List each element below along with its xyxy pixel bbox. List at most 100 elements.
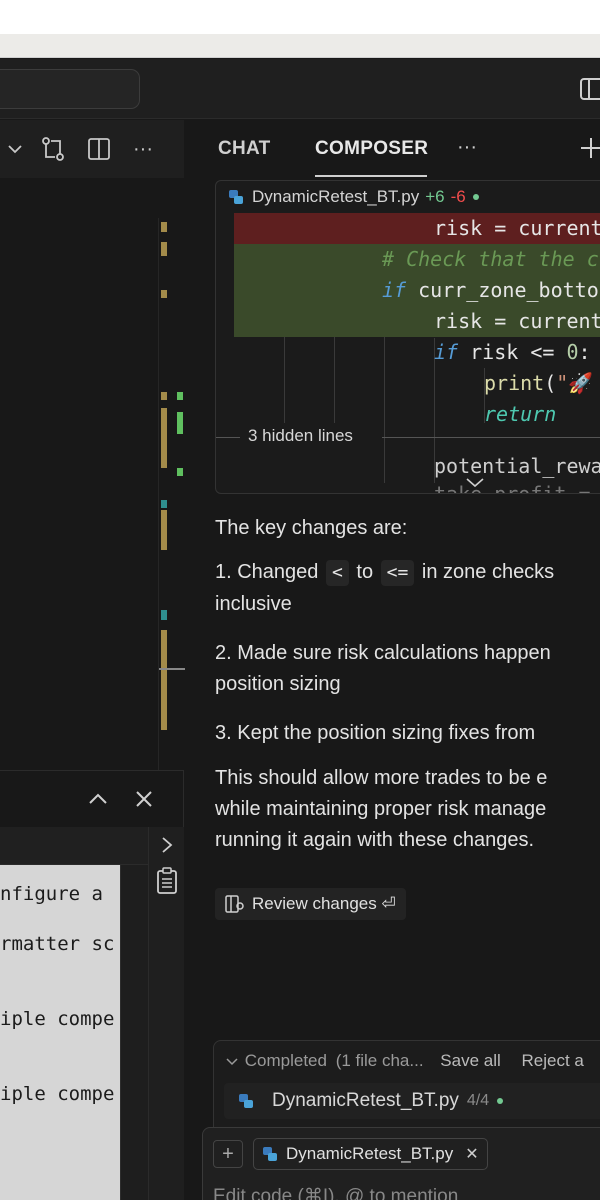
changed-file-row[interactable]: DynamicRetest_BT.py 4/4 bbox=[224, 1083, 600, 1119]
diff-marker bbox=[177, 392, 183, 400]
completed-status: Completed bbox=[244, 1051, 327, 1070]
add-context-button[interactable]: + bbox=[213, 1140, 243, 1168]
diff-marker bbox=[161, 610, 167, 620]
chevron-up-icon[interactable] bbox=[86, 787, 110, 811]
inline-code: <= bbox=[380, 560, 415, 586]
diff-marker bbox=[177, 412, 183, 434]
terminal-scrollbar[interactable] bbox=[120, 865, 148, 1200]
new-chat-plus-icon[interactable] bbox=[579, 136, 600, 160]
window-tab-strip bbox=[0, 34, 600, 58]
chevron-down-icon[interactable] bbox=[2, 136, 28, 162]
editor-pane: ··· bbox=[0, 120, 185, 778]
terminal-side-toolbar bbox=[148, 827, 184, 1200]
python-file-icon bbox=[238, 1093, 254, 1109]
review-changes-label[interactable]: Review changes ⏎ bbox=[252, 894, 396, 914]
completed-detail: (1 file cha... bbox=[335, 1051, 424, 1070]
terminal-line: rmatter sc bbox=[0, 933, 115, 955]
editor-body bbox=[0, 178, 185, 778]
composer-input-card: + DynamicRetest_BT.py ✕ bbox=[202, 1127, 600, 1200]
code-diff-block[interactable]: DynamicRetest_BT.py +6 -6 risk = current… bbox=[215, 180, 600, 494]
lines-added-count: +6 bbox=[425, 187, 445, 206]
terminal[interactable]: nfigure a rmatter sc iple compe iple com… bbox=[0, 865, 120, 1200]
diff-marker bbox=[161, 222, 167, 232]
window-top-area bbox=[0, 0, 600, 34]
changed-file-name[interactable]: DynamicRetest_BT.py bbox=[272, 1090, 459, 1112]
diff-marker bbox=[161, 392, 167, 400]
composer-input[interactable] bbox=[213, 1182, 600, 1200]
hidden-lines-label[interactable]: 3 hidden lines bbox=[248, 426, 353, 446]
code-line: potential_rewa bbox=[434, 454, 600, 478]
terminal-line: iple compe bbox=[0, 1008, 115, 1030]
diff-marker bbox=[161, 290, 167, 298]
context-file-pill[interactable]: DynamicRetest_BT.py ✕ bbox=[253, 1138, 488, 1170]
bottom-panel: nfigure a rmatter sc iple compe iple com… bbox=[0, 770, 184, 1200]
remove-context-icon[interactable]: ✕ bbox=[465, 1144, 478, 1164]
more-actions-icon[interactable]: ··· bbox=[130, 136, 156, 162]
code-line: take_profit = bbox=[434, 482, 591, 494]
diff-marker bbox=[177, 468, 183, 476]
message-item-3: 3. Kept the position sizing fixes from bbox=[215, 722, 536, 744]
command-center-search[interactable] bbox=[0, 69, 140, 109]
diff-header: DynamicRetest_BT.py +6 -6 bbox=[216, 181, 600, 213]
diff-marker bbox=[161, 500, 167, 508]
save-all-button[interactable]: Save all bbox=[440, 1051, 500, 1070]
message-closing: while maintaining proper risk manage bbox=[215, 798, 547, 820]
scroll-position-indicator bbox=[159, 668, 185, 670]
added-code-line: if curr_zone_botto bbox=[234, 275, 600, 306]
expand-chevron-icon[interactable] bbox=[466, 475, 484, 488]
scrollbar-minimap[interactable] bbox=[158, 218, 185, 778]
status-dot bbox=[497, 1098, 504, 1104]
terminal-tabs-bar bbox=[0, 827, 148, 865]
chevron-down-icon[interactable] bbox=[226, 1051, 240, 1071]
more-options-icon[interactable]: ··· bbox=[457, 136, 477, 159]
source-control-compare-icon[interactable] bbox=[40, 136, 66, 162]
chevron-right-icon[interactable] bbox=[157, 835, 177, 855]
python-file-icon bbox=[262, 1146, 278, 1162]
review-icon bbox=[225, 895, 244, 913]
toggle-sidebar-layout-icon[interactable] bbox=[580, 77, 600, 101]
editor-toolbar: ··· bbox=[0, 120, 184, 178]
inline-code: < bbox=[325, 560, 349, 586]
clipboard-icon[interactable] bbox=[155, 867, 179, 895]
message-closing: running it again with these changes. bbox=[215, 829, 535, 851]
diff-marker bbox=[161, 630, 167, 730]
active-tab-indicator bbox=[315, 175, 427, 177]
message-item-2: 2. Made sure risk calculations happen bbox=[215, 642, 551, 664]
chat-tabs: CHAT COMPOSER ··· bbox=[185, 120, 600, 178]
tab-chat[interactable]: CHAT bbox=[218, 138, 271, 160]
diff-marker bbox=[161, 510, 167, 550]
text: to bbox=[356, 561, 374, 583]
lines-removed-count: -6 bbox=[450, 187, 466, 206]
tab-composer[interactable]: COMPOSER bbox=[315, 138, 428, 160]
added-code-line: # Check that the c bbox=[234, 244, 600, 275]
diff-marker bbox=[161, 408, 167, 468]
terminal-line: iple compe bbox=[0, 1083, 115, 1105]
message-item-1: 1. Changed < to <= in zone checks bbox=[215, 557, 554, 588]
context-file-name: DynamicRetest_BT.py bbox=[286, 1144, 454, 1163]
added-code-line: risk = current bbox=[234, 306, 600, 337]
code-line: if risk <= 0: bbox=[434, 340, 591, 364]
unsaved-status-dot bbox=[472, 194, 479, 200]
diff-marker bbox=[161, 242, 167, 256]
reject-all-button[interactable]: Reject a bbox=[522, 1051, 584, 1070]
python-file-icon bbox=[228, 189, 244, 205]
text: in zone checks bbox=[421, 561, 555, 583]
message-closing: This should allow more trades to be e bbox=[215, 767, 548, 789]
code-line: print("🚀 bbox=[484, 371, 594, 395]
diff-filename[interactable]: DynamicRetest_BT.py bbox=[252, 187, 419, 207]
message-intro: The key changes are: bbox=[215, 517, 408, 539]
terminal-line: nfigure a bbox=[0, 883, 103, 905]
hidden-lines-separator[interactable]: 3 hidden lines bbox=[216, 423, 600, 451]
message-item-1-cont: inclusive bbox=[215, 593, 292, 615]
change-progress: 4/4 bbox=[466, 1092, 490, 1109]
split-editor-icon[interactable] bbox=[86, 136, 112, 162]
completed-summary-row: Completed (1 file cha... Save all Reject… bbox=[226, 1051, 584, 1071]
titlebar bbox=[0, 59, 600, 119]
panel-header bbox=[0, 771, 184, 827]
separator-rule bbox=[216, 437, 240, 438]
separator-rule bbox=[382, 437, 600, 438]
text: 1. Changed bbox=[215, 561, 319, 583]
review-changes-button[interactable]: Review changes ⏎ bbox=[215, 888, 406, 920]
close-icon[interactable] bbox=[132, 787, 156, 811]
removed-code-line: risk = current bbox=[234, 213, 600, 244]
